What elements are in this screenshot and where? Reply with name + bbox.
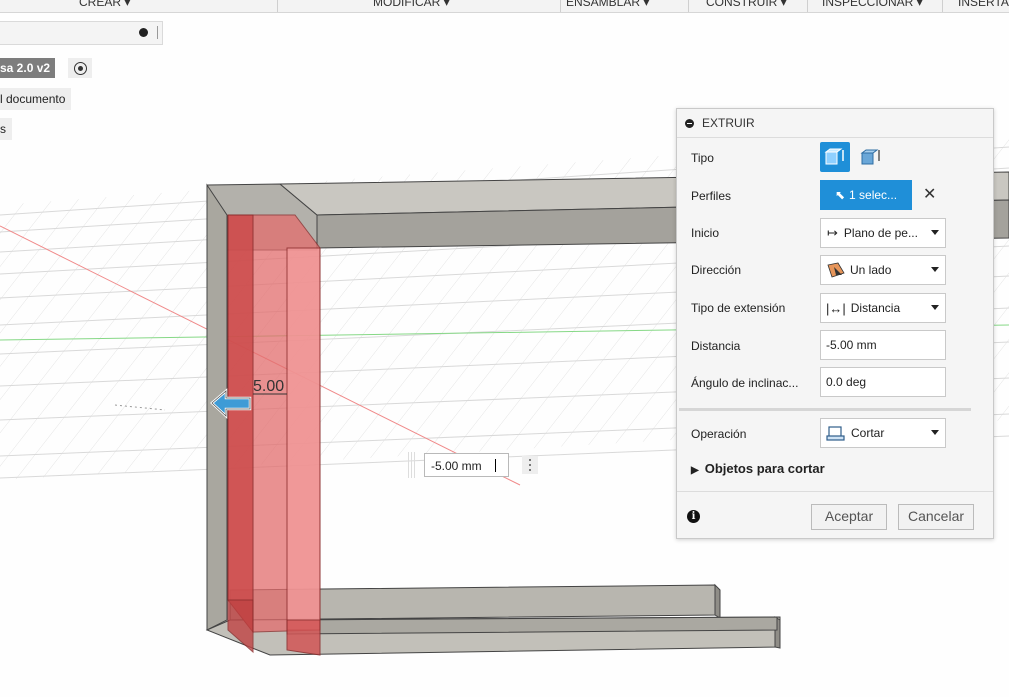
distancia-value: -5.00 mm <box>826 338 877 352</box>
objects-to-cut-label: Objetos para cortar <box>704 461 825 476</box>
label-tipo: Tipo <box>691 151 714 165</box>
label-operacion: Operación <box>691 427 747 441</box>
chevron-down-icon <box>931 230 939 235</box>
menu-inspeccionar[interactable]: INSPECCIONAR ▾ <box>822 0 923 9</box>
direccion-dropdown[interactable]: Un lado <box>820 255 946 285</box>
tipo-buttons <box>820 142 890 172</box>
tipo-extension-dropdown[interactable]: |↔| Distancia <box>820 293 946 323</box>
toolbar-divider <box>560 0 561 12</box>
operacion-value: Cortar <box>851 426 885 440</box>
operacion-dropdown[interactable]: Cortar <box>820 418 946 448</box>
thin-extrude-icon <box>860 149 880 165</box>
section-divider <box>679 408 971 411</box>
label-angulo: Ángulo de inclinac... <box>691 376 799 390</box>
info-icon[interactable]: i <box>687 510 700 523</box>
angulo-input[interactable]: 0.0 deg <box>820 367 946 397</box>
menu-modificar[interactable]: MODIFICAR ▾ <box>373 0 450 9</box>
menu-crear[interactable]: CREAR ▾ <box>79 0 130 9</box>
component-name-badge[interactable]: sa 2.0 v2 <box>0 58 56 78</box>
collapse-panel-icon[interactable] <box>685 118 694 128</box>
toolbar-divider <box>942 0 943 12</box>
profiles-selection-button[interactable]: ⬉ 1 selec... <box>820 180 912 210</box>
chevron-down-icon <box>931 430 939 435</box>
label-direccion: Dirección <box>691 263 742 277</box>
extrude-panel-footer: i Aceptar Cancelar <box>677 491 993 539</box>
tipo-thin-button[interactable] <box>856 142 886 172</box>
one-side-direction-icon <box>827 262 845 278</box>
label-perfiles: Perfiles <box>691 189 732 203</box>
cut-operation-icon <box>826 426 845 441</box>
distance-inline-input[interactable]: -5.00 mm <box>424 453 509 477</box>
menu-insertar[interactable]: INSERTA <box>958 0 1009 9</box>
solid-extrude-icon <box>824 148 844 165</box>
label-distancia: Distancia <box>691 339 741 353</box>
toolbar-divider <box>277 0 278 12</box>
browser-row-documento[interactable]: l documento <box>0 88 72 110</box>
chevron-down-icon <box>931 267 939 272</box>
distance-extent-icon: |↔| <box>826 300 846 316</box>
angulo-value: 0.0 deg <box>826 375 867 389</box>
top-toolbar: CREAR ▾ MODIFICAR ▾ ENSAMBLAR ▾ CONSTRUI… <box>0 0 1009 13</box>
profile-plane-icon: ↦ <box>827 225 838 240</box>
profiles-selection-count: 1 selec... <box>849 188 898 202</box>
inicio-value: Plano de pe... <box>843 226 918 240</box>
divider <box>157 26 158 39</box>
collapse-icon[interactable] <box>139 28 148 37</box>
browser-row-s[interactable]: s <box>0 118 12 140</box>
browser-search-bar[interactable] <box>0 21 163 45</box>
label-inicio: Inicio <box>691 226 720 240</box>
extrude-panel-header[interactable]: EXTRUIR <box>677 109 993 138</box>
objects-to-cut-expander[interactable]: ▶ Objetos para cortar <box>691 461 825 476</box>
cut-body-preview <box>227 214 321 656</box>
distancia-input[interactable]: -5.00 mm <box>820 330 946 360</box>
dimension-label: 5.00 <box>253 378 284 395</box>
chevron-down-icon <box>931 305 939 310</box>
text-cursor <box>495 459 496 472</box>
extrude-panel-title: EXTRUIR <box>702 116 755 130</box>
triangle-right-icon: ▶ <box>691 465 699 476</box>
accept-button[interactable]: Aceptar <box>811 504 887 530</box>
toolbar-divider <box>807 0 808 12</box>
distance-input-grip[interactable] <box>408 452 416 478</box>
more-options-icon[interactable] <box>522 456 538 474</box>
direccion-value: Un lado <box>850 263 892 277</box>
menu-construir[interactable]: CONSTRUIR ▾ <box>706 0 787 9</box>
label-tipo-extension: Tipo de extensión <box>691 301 786 315</box>
toolbar-divider <box>688 0 689 12</box>
active-component-radio-icon[interactable] <box>68 58 92 78</box>
extrude-panel: EXTRUIR Tipo Perfiles ⬉ 1 selec... ✕ Ini… <box>676 108 994 539</box>
clear-selection-icon[interactable]: ✕ <box>923 184 936 204</box>
menu-ensamblar[interactable]: ENSAMBLAR ▾ <box>566 0 649 9</box>
tipo-solid-button[interactable] <box>820 142 850 172</box>
cursor-arrow-icon: ⬉ <box>834 188 846 202</box>
tipo-extension-value: Distancia <box>850 301 901 315</box>
cancel-button[interactable]: Cancelar <box>898 504 974 530</box>
inicio-dropdown[interactable]: ↦ Plano de pe... <box>820 218 946 248</box>
